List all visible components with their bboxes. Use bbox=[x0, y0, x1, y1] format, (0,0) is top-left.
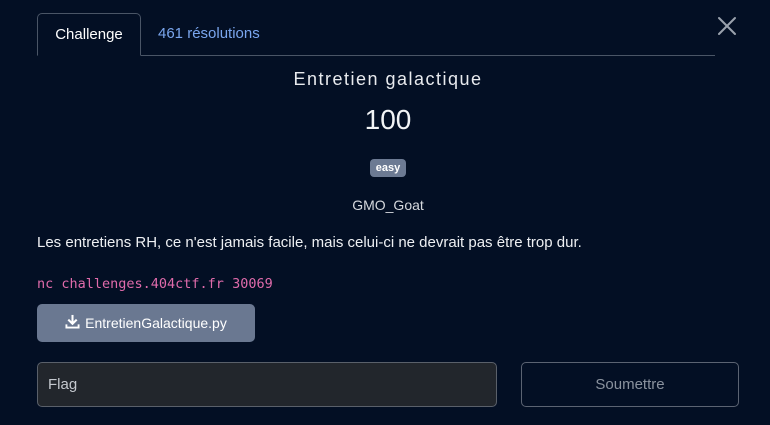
download-file-label: EntretienGalactique.py bbox=[85, 315, 227, 331]
difficulty-badge: easy bbox=[369, 159, 407, 177]
tab-solves[interactable]: 461 résolutions bbox=[141, 13, 277, 55]
tab-challenge[interactable]: Challenge bbox=[37, 13, 141, 56]
challenge-description: Les entretiens RH, ce n'est jamais facil… bbox=[37, 234, 582, 251]
challenge-title: Entretien galactique bbox=[293, 69, 483, 89]
flag-input[interactable] bbox=[37, 362, 497, 407]
close-icon[interactable] bbox=[716, 15, 738, 37]
submit-button[interactable]: Soumettre bbox=[521, 362, 739, 407]
download-file-button[interactable]: EntretienGalactique.py bbox=[37, 304, 255, 342]
challenge-points: 100 bbox=[364, 104, 412, 135]
challenge-tabs: Challenge 461 résolutions bbox=[37, 13, 715, 56]
connection-command: nc challenges.404ctf.fr 30069 bbox=[37, 276, 273, 292]
challenge-author: GMO_Goat bbox=[352, 197, 424, 213]
difficulty-badge-container: easy bbox=[0, 158, 770, 177]
download-icon bbox=[65, 314, 80, 332]
